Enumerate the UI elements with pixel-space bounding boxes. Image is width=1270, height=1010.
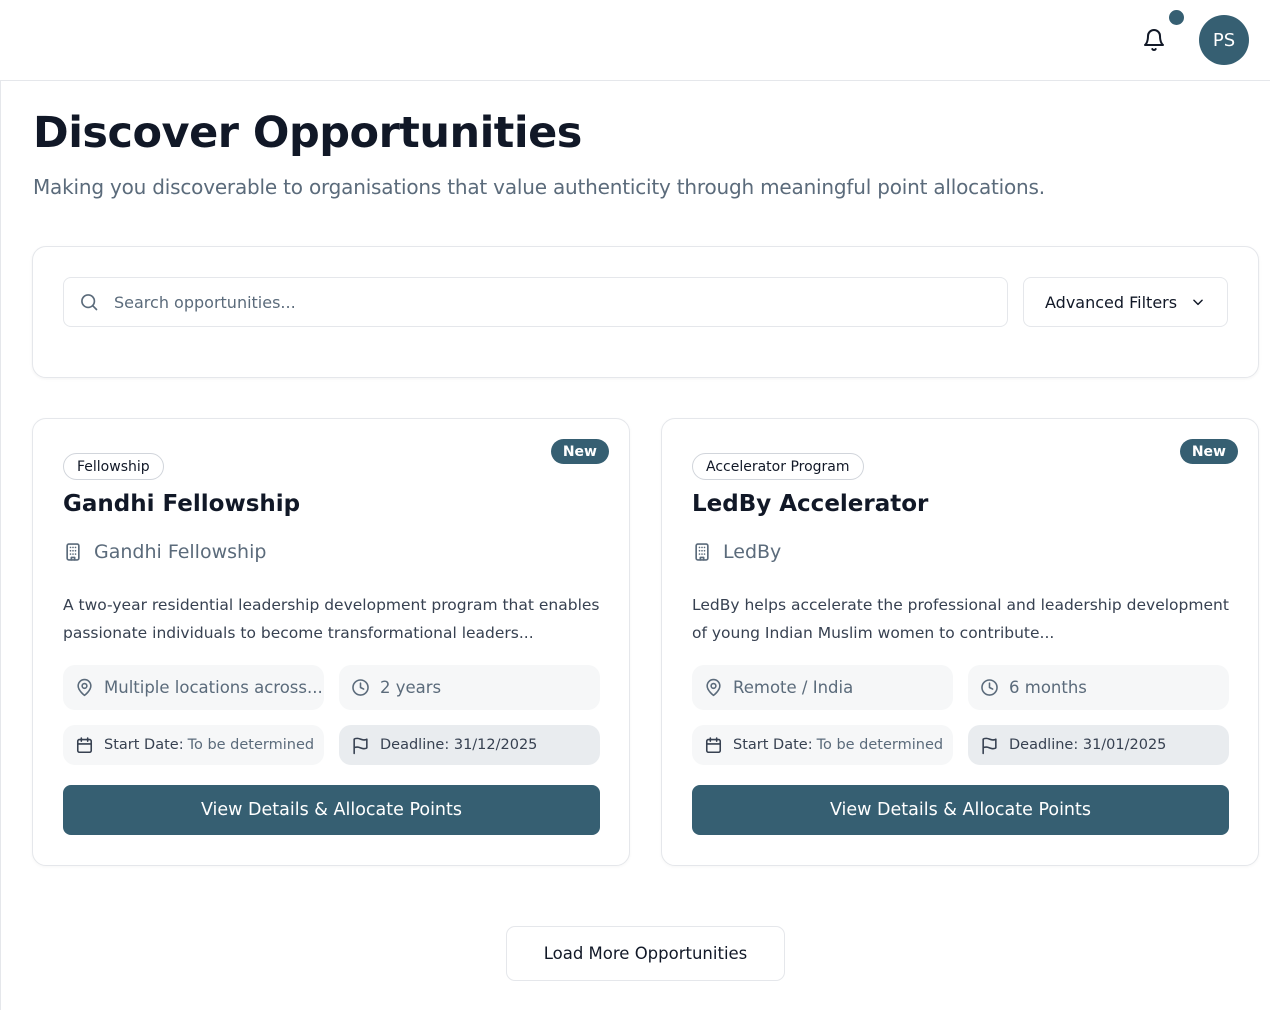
start-date-chip: Start Date: To be determined [692,725,953,765]
sidebar-divider [0,81,1,1010]
flag-icon [351,736,380,755]
location-text: Multiple locations across... [104,678,323,697]
advanced-filters-button[interactable]: Advanced Filters [1023,277,1228,327]
view-details-button[interactable]: View Details & Allocate Points [63,785,600,835]
clock-icon [980,678,1009,697]
duration-chip: 2 years [339,665,600,710]
avatar[interactable]: PS [1199,15,1249,65]
page-subtitle: Making you discoverable to organisations… [33,175,1045,199]
organisation: LedBy [692,541,781,563]
search-box[interactable] [63,277,1008,327]
view-details-button[interactable]: View Details & Allocate Points [692,785,1229,835]
calendar-icon [75,736,104,755]
top-bar: PS [0,0,1270,81]
type-tag: Accelerator Program [692,453,864,480]
location-chip: Multiple locations across... [63,665,324,710]
card-description: A two-year residential leadership develo… [63,596,600,642]
bell-icon[interactable] [1142,28,1166,52]
load-more-button[interactable]: Load More Opportunities [506,926,785,981]
clock-icon [351,678,380,697]
duration-text: 6 months [1009,678,1087,697]
start-date-label: Start Date: [733,737,813,753]
organisation-name: Gandhi Fellowship [94,541,267,563]
start-date-chip: Start Date: To be determined [63,725,324,765]
opportunity-card: New Fellowship Gandhi Fellowship Gandhi … [32,418,630,866]
start-date-label: Start Date: [104,737,184,753]
calendar-icon [704,736,733,755]
building-icon [63,542,94,562]
card-title: Gandhi Fellowship [63,491,301,517]
advanced-filters-label: Advanced Filters [1045,292,1178,312]
flag-icon [980,736,1009,755]
page-title: Discover Opportunities [33,108,582,158]
card-title: LedBy Accelerator [692,491,929,517]
location-text: Remote / India [733,678,854,697]
card-description: LedBy helps accelerate the professional … [692,596,1229,642]
organisation: Gandhi Fellowship [63,541,266,563]
start-date-value: To be determined [187,737,315,753]
organisation-name: LedBy [723,541,782,563]
duration-chip: 6 months [968,665,1229,710]
duration-text: 2 years [380,678,442,697]
map-pin-icon [704,678,733,697]
type-tag: Fellowship [63,453,164,480]
building-icon [692,542,723,562]
notification-dot [1169,10,1184,25]
start-date-value: To be determined [816,737,944,753]
search-panel: Advanced Filters [32,246,1259,378]
chevron-down-icon [1191,295,1205,309]
search-input[interactable] [114,278,994,326]
deadline-text: Deadline: 31/12/2025 [380,737,538,753]
map-pin-icon [75,678,104,697]
deadline-chip: Deadline: 31/01/2025 [968,725,1229,765]
search-icon [79,292,99,312]
location-chip: Remote / India [692,665,953,710]
new-badge: New [1179,439,1238,464]
new-badge: New [550,439,609,464]
opportunity-card: New Accelerator Program LedBy Accelerato… [661,418,1259,866]
deadline-text: Deadline: 31/01/2025 [1009,737,1167,753]
deadline-chip: Deadline: 31/12/2025 [339,725,600,765]
